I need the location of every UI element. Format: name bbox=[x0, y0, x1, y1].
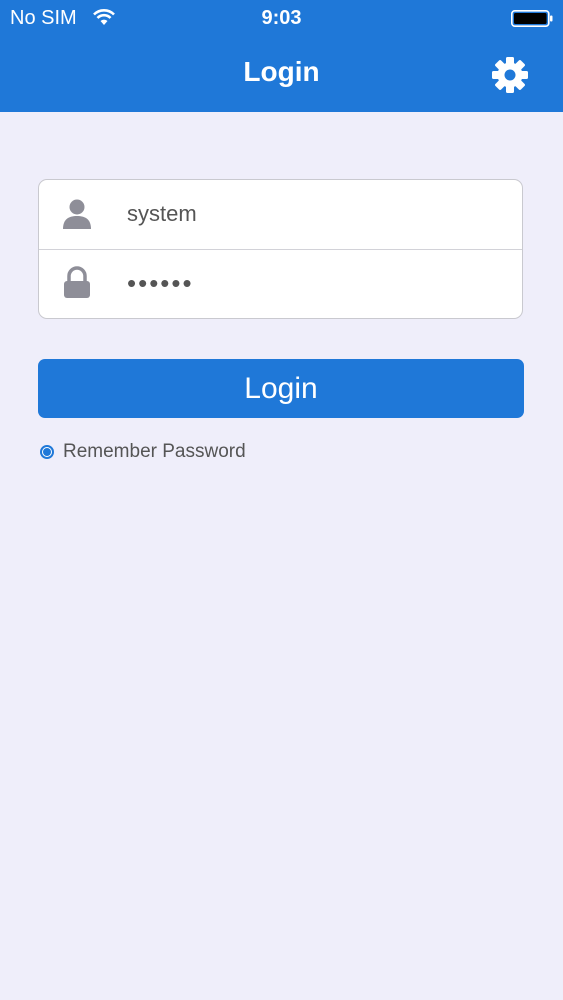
page-title: Login bbox=[243, 56, 320, 87]
login-form bbox=[38, 179, 523, 319]
gear-icon[interactable] bbox=[491, 56, 529, 94]
lock-icon bbox=[64, 266, 90, 298]
remember-radio[interactable] bbox=[40, 445, 54, 459]
top-bar: No SIM 9:03 Login bbox=[0, 0, 563, 112]
username-row bbox=[39, 180, 522, 250]
status-bar: No SIM 9:03 bbox=[0, 0, 563, 38]
status-time: 9:03 bbox=[261, 7, 302, 29]
user-icon bbox=[63, 199, 91, 229]
username-field[interactable] bbox=[127, 193, 507, 235]
login-button[interactable]: Login bbox=[38, 359, 524, 418]
remember-password-label: Remember Password bbox=[63, 441, 246, 462]
password-row bbox=[39, 249, 522, 318]
battery-icon bbox=[511, 10, 553, 27]
password-field[interactable] bbox=[127, 262, 507, 304]
radio-selected-dot bbox=[43, 448, 51, 456]
remember-password-toggle[interactable]: Remember Password bbox=[40, 441, 246, 463]
